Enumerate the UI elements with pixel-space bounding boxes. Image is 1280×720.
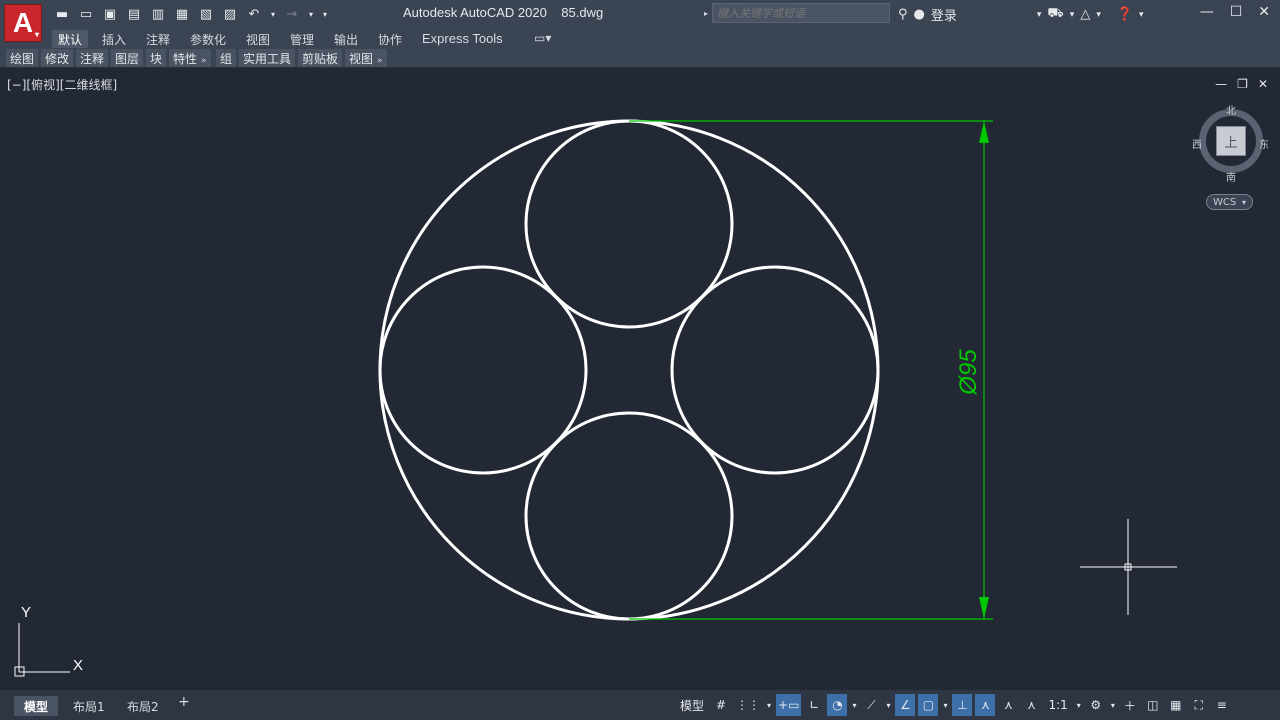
ortho-icon[interactable]: ∟ bbox=[804, 694, 824, 716]
chevron-down-icon[interactable]: ▾ bbox=[1075, 694, 1083, 716]
compass-north[interactable]: 北 bbox=[1226, 102, 1236, 117]
scale-button[interactable]: 1:1 bbox=[1044, 694, 1071, 716]
isometric-icon[interactable]: ⟋ bbox=[861, 694, 881, 716]
chevron-down-icon[interactable]: ▾ bbox=[884, 694, 892, 716]
snap-icon[interactable]: ⋮⋮ bbox=[734, 694, 762, 716]
chevron-down-icon[interactable]: ▾ bbox=[941, 694, 949, 716]
dimension-diameter[interactable] bbox=[629, 120, 993, 620]
wcs-label: WCS bbox=[1213, 196, 1237, 208]
inner-circle-bottom[interactable] bbox=[524, 411, 734, 621]
isolate-objects-icon[interactable]: ◫ bbox=[1143, 694, 1163, 716]
inner-circle-right[interactable] bbox=[670, 265, 880, 475]
grid-icon[interactable]: # bbox=[711, 694, 731, 716]
dimension-text: Ø95 bbox=[955, 349, 982, 396]
hardware-acceleration-icon[interactable]: ▦ bbox=[1166, 694, 1186, 716]
wcs-menu-button[interactable]: WCS ▾ bbox=[1206, 194, 1253, 210]
customize-icon[interactable]: ≡ bbox=[1212, 694, 1232, 716]
object-snap-tracking-icon[interactable]: ∠ bbox=[895, 694, 916, 716]
chevron-down-icon[interactable]: ▾ bbox=[765, 694, 773, 716]
dynamic-input-icon[interactable]: +▭ bbox=[776, 694, 802, 716]
compass-west[interactable]: 西 bbox=[1192, 136, 1202, 151]
tab-layout2[interactable]: 布局2 bbox=[117, 696, 169, 716]
model-space-button[interactable]: 模型 bbox=[676, 694, 708, 716]
lineweight-icon[interactable]: ⊥ bbox=[952, 694, 973, 716]
chevron-down-icon: ▾ bbox=[1241, 197, 1246, 207]
application-menu-button[interactable]: A ▾ bbox=[4, 4, 42, 42]
chevron-down-icon[interactable]: ▾ bbox=[1109, 694, 1117, 716]
tab-layout1[interactable]: 布局1 bbox=[63, 696, 115, 716]
geometry bbox=[378, 119, 880, 621]
crosshair-cursor bbox=[1080, 519, 1177, 615]
clean-screen-icon[interactable]: ⛶ bbox=[1189, 694, 1209, 716]
inner-circle-left[interactable] bbox=[378, 265, 588, 475]
app-logo-letter: A bbox=[12, 7, 34, 38]
annotation-visibility-icon[interactable]: ⋏ bbox=[975, 694, 996, 716]
auto-scale-icon[interactable]: ⋏ bbox=[998, 694, 1018, 716]
polar-tracking-icon[interactable]: ◔ bbox=[827, 694, 848, 716]
annotation-scale-icon[interactable]: ⋏ bbox=[1021, 694, 1041, 716]
viewcube-top-face[interactable]: 上 bbox=[1216, 126, 1246, 156]
compass-east[interactable]: 东 bbox=[1259, 136, 1269, 151]
ucs-y-label: Y bbox=[21, 604, 31, 621]
outer-circle[interactable] bbox=[378, 119, 880, 621]
add-layout-icon[interactable]: + bbox=[178, 694, 190, 710]
tab-model[interactable]: 模型 bbox=[14, 696, 59, 716]
ucs-icon bbox=[14, 623, 70, 677]
chevron-down-icon[interactable]: ▾ bbox=[850, 694, 858, 716]
plus-icon[interactable]: ＋ bbox=[1120, 694, 1140, 716]
chevron-down-icon: ▾ bbox=[34, 30, 39, 39]
status-bar: 模型 # ⋮⋮ ▾ +▭ ∟ ◔ ▾ ⟋ ▾ ∠ ▢ ▾ ⊥ ⋏ ⋏ ⋏ 1:1… bbox=[676, 690, 1232, 720]
ucs-x-label: X bbox=[73, 657, 83, 674]
compass-south[interactable]: 南 bbox=[1226, 169, 1236, 184]
gear-icon[interactable]: ⚙ bbox=[1086, 694, 1106, 716]
inner-circle-top[interactable] bbox=[524, 119, 734, 329]
drawing-canvas: Ø95 Y X bbox=[14, 119, 1177, 677]
object-snap-icon[interactable]: ▢ bbox=[918, 694, 939, 716]
viewcube[interactable]: 上 北 南 东 西 bbox=[1192, 106, 1269, 184]
